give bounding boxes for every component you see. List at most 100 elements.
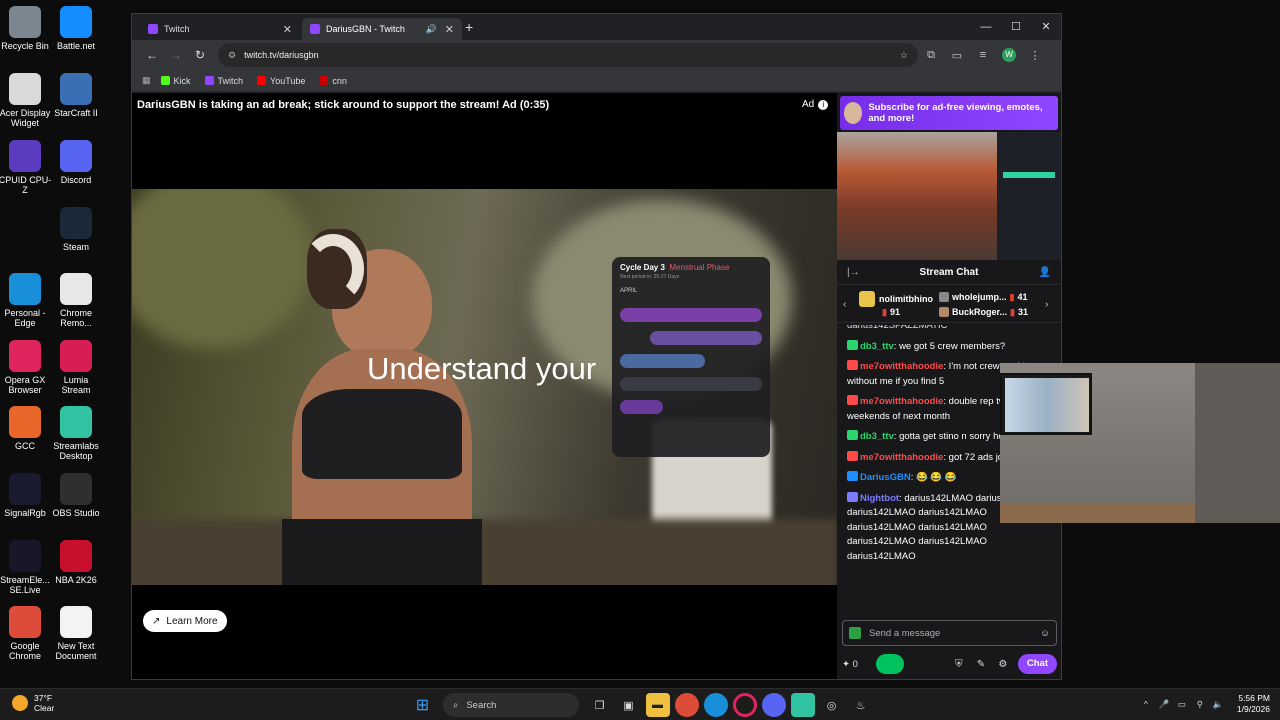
- chat-username[interactable]: db3_ttv: [860, 341, 894, 352]
- collapse-chat-icon[interactable]: |→: [847, 267, 860, 278]
- desktop-icon[interactable]: SignalRgb: [0, 473, 53, 518]
- apps-grid-icon[interactable]: ▦: [142, 75, 151, 86]
- reload-icon[interactable]: ↻: [188, 48, 212, 62]
- leggings-shape: [282, 519, 482, 585]
- chat-badge-icon: [847, 360, 858, 370]
- bookmark-youtube[interactable]: YouTube: [257, 76, 305, 86]
- desktop-icon[interactable]: Acer Display Widget: [0, 73, 53, 128]
- bookmark-star-icon[interactable]: ☆: [900, 50, 908, 61]
- new-tab-icon[interactable]: +: [465, 19, 473, 35]
- channel-points[interactable]: ✦ 0: [842, 659, 858, 670]
- close-icon[interactable]: ✕: [283, 23, 292, 36]
- chrome-icon[interactable]: [674, 693, 699, 717]
- tv-shape: [1000, 373, 1092, 435]
- chat-input[interactable]: Send a message ☺: [842, 620, 1057, 646]
- weather-widget[interactable]: 37°F Clear: [12, 693, 54, 713]
- start-icon[interactable]: ⊞: [411, 693, 435, 717]
- leaderboard-entry[interactable]: wholejump... ▮ 41: [939, 292, 1028, 303]
- tab-twitch[interactable]: Twitch ✕: [140, 18, 300, 40]
- maximize-icon[interactable]: ☐: [1001, 14, 1031, 40]
- network-icon[interactable]: ⚲: [1191, 699, 1209, 710]
- clock[interactable]: 5:56 PM 1/9/2026: [1237, 693, 1270, 715]
- media-icon[interactable]: ≡: [970, 49, 996, 61]
- emote-picker-icon[interactable]: ☺: [1040, 628, 1050, 639]
- desktop-icon[interactable]: StarCraft II: [48, 73, 104, 118]
- bookmark-cnn[interactable]: cnn: [319, 76, 347, 86]
- chat-username[interactable]: DariusGBN: [860, 472, 911, 483]
- chat-username[interactable]: me7owitthahoodie: [860, 452, 943, 463]
- desktop-icon[interactable]: Google Chrome: [0, 606, 53, 661]
- extensions-icon[interactable]: ⧉: [918, 49, 944, 62]
- desktop-icon[interactable]: Steam: [48, 207, 104, 252]
- tab-dariusgbn[interactable]: DariusGBN - Twitch 🔊 ✕: [302, 18, 462, 40]
- desktop-icon[interactable]: Discord: [48, 140, 104, 185]
- chevron-right-icon[interactable]: ›: [1045, 299, 1055, 310]
- task-view-icon[interactable]: ❐: [588, 693, 612, 717]
- app-icon[interactable]: ◎: [820, 693, 844, 717]
- bookmark-twitch[interactable]: Twitch: [204, 76, 243, 86]
- chat-send-button[interactable]: Chat: [1017, 654, 1057, 674]
- desktop-icon[interactable]: Opera GX Browser: [0, 340, 53, 395]
- streamlabs-icon[interactable]: [790, 693, 815, 717]
- chevron-left-icon[interactable]: ‹: [843, 299, 853, 310]
- edge-icon[interactable]: [703, 693, 728, 717]
- desktop-icon[interactable]: GCC: [0, 406, 53, 451]
- site-info-icon[interactable]: ⚙: [228, 50, 236, 61]
- chat-username[interactable]: me7owitthahoodie: [860, 396, 943, 407]
- sports-bra-shape: [302, 389, 462, 479]
- desktop-icon[interactable]: OBS Studio: [48, 473, 104, 518]
- cast-icon[interactable]: ▭: [944, 49, 970, 62]
- desktop-icon[interactable]: New Text Document: [48, 606, 104, 661]
- chevron-up-icon[interactable]: ^: [1137, 699, 1155, 709]
- gear-icon[interactable]: ⚙: [992, 659, 1014, 670]
- bookmark-kick[interactable]: Kick: [160, 76, 191, 86]
- taskbar: 37°F Clear ⊞ ⌕ Search ❐ ▣ ▬ ◎ ♨ ^ 🎤 ▭ ⚲ 🔈 …: [0, 688, 1280, 720]
- volume-icon[interactable]: 🔈: [1209, 699, 1227, 710]
- minimize-icon[interactable]: —: [971, 14, 1001, 40]
- ad-video[interactable]: Understand your Cycle Day 3 Menstrual Ph…: [132, 189, 837, 585]
- desktop-icon[interactable]: CPUID CPU-Z: [0, 140, 53, 195]
- hype-button[interactable]: [875, 654, 904, 674]
- weather-condition: Clear: [34, 703, 55, 713]
- desktop-icon[interactable]: Lumia Stream: [48, 340, 104, 395]
- opera-gx-icon[interactable]: [732, 693, 757, 717]
- leaderboard-count: 91: [889, 307, 900, 317]
- desktop-icon-label: Opera GX Browser: [4, 375, 46, 395]
- desktop-icon[interactable]: Battle.net: [48, 6, 104, 51]
- discord-icon[interactable]: [761, 693, 786, 717]
- subscribe-promo[interactable]: Subscribe for ad-free viewing, emotes, a…: [840, 96, 1058, 130]
- desktop-icon[interactable]: Recycle Bin: [0, 6, 53, 51]
- mini-player[interactable]: [837, 132, 1061, 260]
- chat-username[interactable]: me7owitthahoodie: [860, 361, 943, 372]
- chat-username[interactable]: db3_ttv: [860, 431, 894, 442]
- leaderboard-top[interactable]: nolimitbhino ▮ 91: [859, 291, 933, 318]
- desktop-icon[interactable]: Chrome Remo...: [48, 273, 104, 328]
- file-explorer-icon[interactable]: ▬: [645, 693, 670, 717]
- desktop-icon[interactable]: Personal - Edge: [0, 273, 53, 328]
- forward-icon[interactable]: →: [164, 48, 188, 62]
- shield-icon[interactable]: ⛨: [948, 659, 970, 670]
- browser-toolbar: ← → ↻ ⚙ twitch.tv/dariusgbn ☆ ⧉ ▭ ≡ W ⋮: [132, 40, 1061, 70]
- address-bar[interactable]: ⚙ twitch.tv/dariusgbn ☆: [218, 43, 918, 67]
- back-icon[interactable]: ←: [140, 48, 164, 62]
- learn-more-button[interactable]: ↗ Learn More: [143, 610, 227, 632]
- info-icon[interactable]: i: [818, 99, 829, 110]
- widgets-icon[interactable]: ▣: [617, 693, 641, 717]
- menu-icon[interactable]: ⋮: [1022, 49, 1048, 62]
- desktop-icon[interactable]: NBA 2K26: [48, 540, 104, 585]
- close-icon[interactable]: ✕: [445, 23, 454, 36]
- chat-username[interactable]: Nightbot: [860, 493, 899, 504]
- speaker-icon[interactable]: 🔊: [426, 24, 437, 35]
- desktop-icon[interactable]: Streamlabs Desktop: [48, 406, 104, 461]
- steam-icon[interactable]: ♨: [849, 693, 873, 717]
- microphone-icon[interactable]: 🎤: [1155, 699, 1173, 710]
- pen-icon[interactable]: ✎: [970, 659, 992, 670]
- users-icon[interactable]: 👤: [1039, 267, 1051, 278]
- leaderboard-entry[interactable]: BuckRoger... ▮ 31: [939, 307, 1028, 318]
- taskbar-search[interactable]: ⌕ Search: [443, 693, 579, 717]
- display-icon[interactable]: ▭: [1173, 699, 1191, 710]
- desktop-icon[interactable]: StreamEle... SE.Live: [0, 540, 53, 595]
- close-window-icon[interactable]: ✕: [1031, 14, 1061, 40]
- url-text: twitch.tv/dariusgbn: [244, 50, 319, 60]
- profile-avatar[interactable]: W: [1002, 48, 1016, 62]
